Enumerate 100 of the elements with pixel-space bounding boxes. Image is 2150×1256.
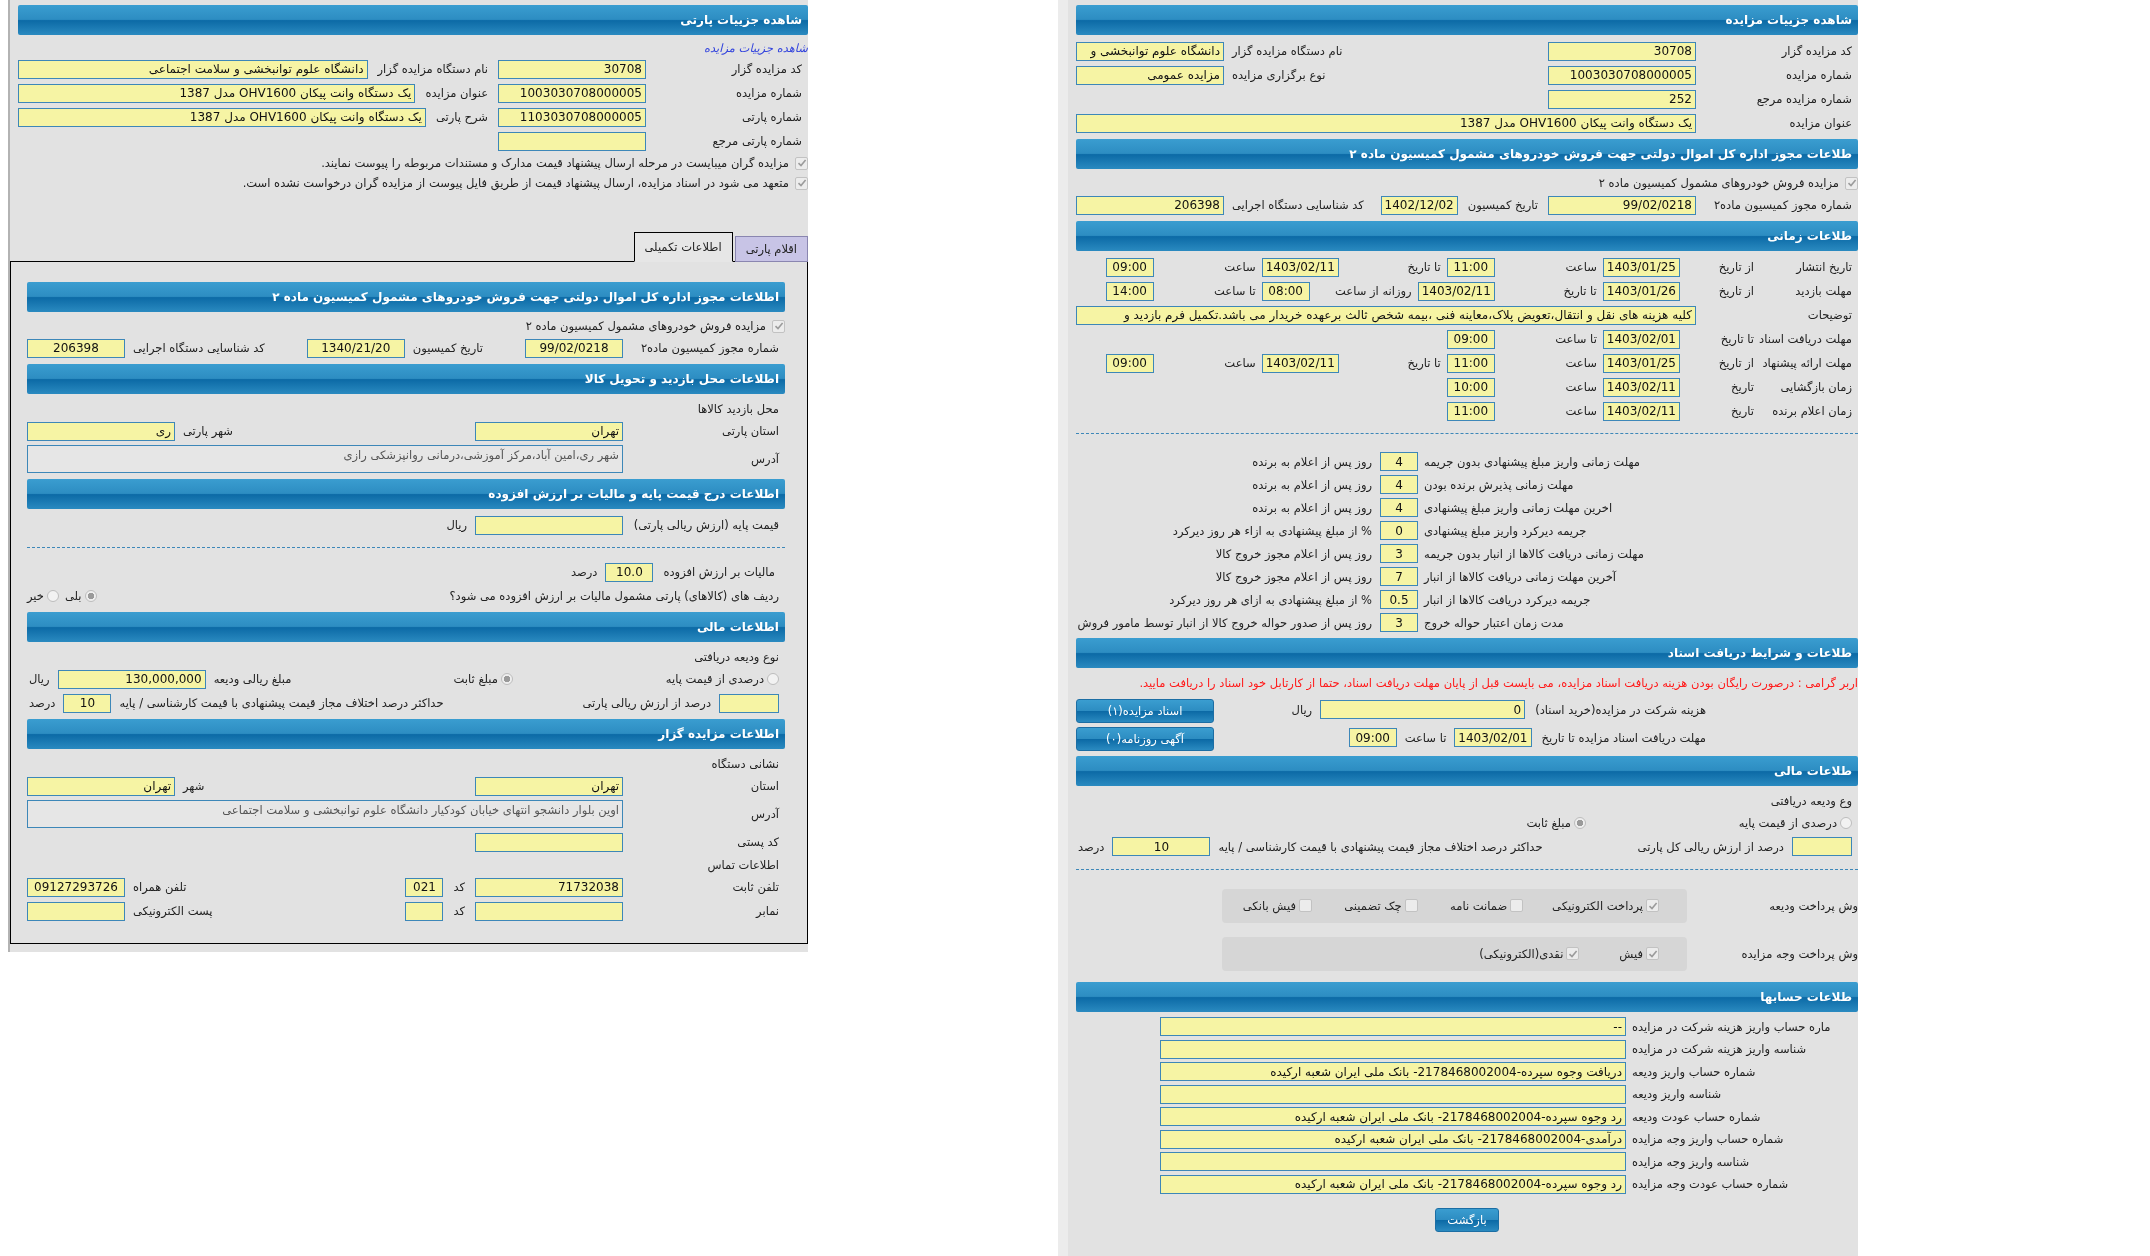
text-field[interactable]: 1403/01/25 [1602, 257, 1680, 277]
text-field[interactable]: 0 [1320, 700, 1526, 720]
text-field[interactable]: 30708 [498, 59, 646, 79]
text-field[interactable] [475, 901, 623, 921]
action-button[interactable]: اسناد مزایده(۱) [1076, 698, 1214, 723]
text-field[interactable]: 08:00 [1261, 281, 1310, 301]
text-field[interactable]: 1403/02/01 [1602, 329, 1680, 349]
text-field[interactable]: رد وجوه سپرده-2178468002004- بانک ملی ایران شعبه ارکیده [1160, 1107, 1626, 1127]
unit-text: ریال [445, 518, 468, 532]
text-field[interactable]: 206398 [1076, 195, 1224, 215]
text-field[interactable]: 99/02/0218 [1548, 195, 1696, 215]
text-field[interactable]: 1403/02/11 [1417, 281, 1495, 301]
checkbox[interactable] [1566, 947, 1580, 961]
checkbox[interactable] [795, 156, 808, 170]
text-field[interactable]: 1403/02/11 [1261, 353, 1339, 373]
text-field[interactable]: 1403/02/11 [1261, 257, 1339, 277]
address-field[interactable]: شهر ری،امین آباد،مرکز آموزشی،درمانی روانپزشکی رازی [27, 445, 623, 473]
text-field[interactable] [1160, 1152, 1626, 1172]
checkbox[interactable] [1510, 899, 1524, 913]
text-field[interactable]: 11:00 [1446, 257, 1495, 277]
text-field[interactable]: 0 [1380, 521, 1418, 540]
text-field[interactable]: رد وجوه سپرده-2178468002004- بانک ملی ایران شعبه ارکیده [1160, 1174, 1626, 1194]
details-link[interactable]: شاهده جزییات مزایده [18, 39, 808, 57]
text-field[interactable]: یک دستگاه وانت پیکان OHV1600 مدل 1387 [18, 83, 416, 103]
text-field[interactable]: یک دستگاه وانت پیکان OHV1600 مدل 1387 [18, 107, 426, 127]
text-field[interactable]: 0.5 [1380, 590, 1418, 609]
text-field[interactable]: 71732038 [475, 877, 623, 897]
text-field[interactable]: درآمدی-2178468002004- بانک ملی ایران شعبه ارکیده [1160, 1129, 1626, 1149]
text-field[interactable]: 3 [1380, 613, 1418, 632]
text-field[interactable]: 206398 [27, 338, 125, 358]
text-field[interactable]: 10 [1112, 837, 1211, 857]
checkbox[interactable] [1845, 176, 1858, 190]
text-field[interactable]: دانشگاه علوم توانبخشی و سلامت اجتماعی [18, 59, 368, 79]
text-field[interactable]: 10.0 [605, 562, 654, 582]
text-field[interactable]: 14:00 [1105, 281, 1154, 301]
checkbox[interactable] [1646, 899, 1659, 913]
text-field[interactable] [1160, 1039, 1626, 1059]
text-field[interactable]: 09:00 [1105, 353, 1154, 373]
text-field[interactable]: تهران [475, 776, 623, 796]
text-field[interactable]: دریافت وجوه سپرده-2178468002004- بانک ملی ایران شعبه ارکیده [1160, 1062, 1626, 1082]
text-field[interactable] [475, 515, 623, 535]
text-field[interactable]: 09:00 [1446, 329, 1495, 349]
text-field[interactable] [475, 832, 623, 852]
action-button[interactable]: آگهی روزنامه(۰) [1076, 726, 1214, 751]
text-field[interactable]: تهران [27, 776, 175, 796]
radio-button[interactable] [46, 590, 59, 602]
text-field[interactable] [1792, 837, 1852, 857]
text-field[interactable]: 1403/01/26 [1602, 281, 1680, 301]
checkbox[interactable] [1646, 947, 1659, 961]
text-field[interactable]: 1403/02/11 [1602, 401, 1680, 421]
text-field[interactable]: مزایده عمومی [1076, 65, 1224, 85]
text-field[interactable]: 30708 [1548, 41, 1696, 61]
radio-button[interactable] [501, 673, 513, 685]
text-field[interactable]: دانشگاه علوم توانبخشی و [1076, 41, 1224, 61]
text-field[interactable]: 1402/12/02 [1380, 195, 1458, 215]
text-field[interactable]: 7 [1380, 567, 1418, 586]
text-field[interactable]: 10:00 [1446, 377, 1495, 397]
text-field[interactable]: ری [27, 421, 175, 441]
text-field[interactable]: 99/02/0218 [525, 338, 623, 358]
radio-button[interactable] [84, 590, 97, 602]
text-field[interactable]: 252 [1548, 89, 1696, 109]
text-field[interactable]: 4 [1380, 475, 1418, 494]
checkbox[interactable] [1404, 899, 1418, 913]
text-field[interactable]: 1340/21/20 [306, 338, 405, 358]
text-field[interactable]: 10 [63, 693, 112, 713]
text-field[interactable]: 1403/01/25 [1602, 353, 1680, 373]
tab[interactable]: اطلاعات تکمیلی [633, 232, 733, 262]
address-field[interactable]: اوین بلوار دانشجو انتهای خیابان کودکیار دانشگاه علوم توانبخشی و سلامت اجتماعی [27, 800, 623, 828]
text-field[interactable]: تهران [475, 421, 623, 441]
text-field[interactable]: 11:00 [1446, 401, 1495, 421]
back-button[interactable]: بازگشت [1435, 1207, 1499, 1232]
text-field[interactable]: کلیه هزینه های نقل و انتقال،تعویض پلاک،معاینه فنی ،بیمه شخص ثالث برعهده خریدار می باشد.تکمیل فرم بازدید و [1076, 305, 1696, 325]
text-field[interactable]: 4 [1380, 452, 1418, 471]
checkbox[interactable] [795, 176, 808, 190]
text-field[interactable]: 3 [1380, 544, 1418, 563]
text-field[interactable]: 1003030708000005 [1548, 65, 1696, 85]
text-field[interactable] [27, 901, 125, 921]
text-field[interactable]: 09127293726 [27, 877, 125, 897]
checkbox[interactable] [772, 319, 785, 333]
text-field[interactable] [719, 693, 779, 713]
text-field[interactable]: 130,000,000 [57, 669, 206, 689]
text-field[interactable] [498, 131, 646, 151]
text-field[interactable]: -- [1160, 1017, 1626, 1037]
text-field[interactable]: 1103030708000005 [498, 107, 646, 127]
radio-button[interactable] [1840, 816, 1852, 829]
text-field[interactable] [1160, 1084, 1626, 1104]
text-field[interactable]: 1003030708000005 [498, 83, 646, 103]
tab[interactable]: اقلام پارتی [734, 236, 808, 262]
checkbox[interactable] [1298, 899, 1312, 913]
text-field[interactable]: 09:00 [1348, 728, 1397, 748]
text-field[interactable]: 1403/02/01 [1454, 728, 1532, 748]
text-field[interactable]: 021 [405, 877, 444, 897]
text-field[interactable]: 11:00 [1446, 353, 1495, 373]
text-field[interactable]: یک دستگاه وانت پیکان OHV1600 مدل 1387 [1076, 113, 1696, 133]
text-field[interactable]: 1403/02/11 [1602, 377, 1680, 397]
text-field[interactable]: 4 [1380, 498, 1418, 517]
text-field[interactable]: 09:00 [1105, 257, 1154, 277]
radio-button[interactable] [767, 673, 779, 685]
radio-button[interactable] [1574, 816, 1586, 829]
text-field[interactable] [405, 901, 444, 921]
